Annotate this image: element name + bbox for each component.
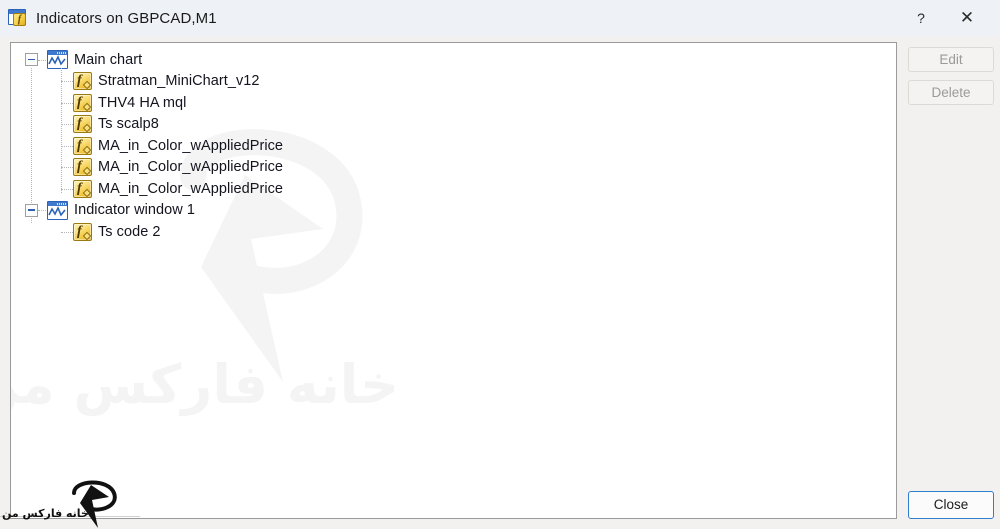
tree-child-guide-horizontal (61, 102, 73, 104)
tree-node-indicator-window-1[interactable]: Indicator window 1 (11, 200, 896, 222)
help-icon[interactable]: ? (898, 0, 944, 36)
tree-child-guide-horizontal (61, 231, 73, 233)
button-column: Edit Delete Close (897, 42, 994, 519)
tree-child-guide-horizontal (61, 188, 73, 190)
edit-button[interactable]: Edit (908, 47, 994, 72)
fx-indicator-icon: f (73, 72, 92, 91)
tree-item-indicator[interactable]: f Stratman_MiniChart_v12 (11, 71, 896, 93)
close-icon[interactable]: ✕ (944, 0, 990, 36)
fx-indicator-icon: f (73, 158, 92, 177)
chart-window-icon (47, 200, 68, 220)
tree-item-indicator[interactable]: f MA_in_Color_wAppliedPrice (11, 157, 896, 179)
fx-indicator-icon: f (73, 222, 92, 241)
tree-item-indicator[interactable]: f MA_in_Color_wAppliedPrice (11, 135, 896, 157)
tree-group-main-chart: Main chart f Stratman_MiniChart_v12 f TH… (11, 49, 896, 223)
tree-item-indicator[interactable]: f Ts scalp8 (11, 114, 896, 136)
tree-child-guide-horizontal (61, 81, 73, 82)
dialog-body: خانه فارکس من Main chart f Stratman_Mini… (0, 36, 1000, 529)
tree-item-label: Ts code 2 (98, 223, 161, 240)
tree-item-label: MA_in_Color_wAppliedPrice (98, 180, 284, 197)
chart-window-icon (47, 50, 68, 70)
indicator-window-icon: f (8, 8, 28, 28)
expander-indicator-window-1[interactable] (25, 203, 38, 217)
tree-scroll-area[interactable]: Main chart f Stratman_MiniChart_v12 f TH… (11, 43, 896, 518)
indicator-tree-panel[interactable]: خانه فارکس من Main chart f Stratman_Mini… (10, 42, 897, 519)
tree-node-label: Indicator window 1 (74, 202, 195, 218)
fx-indicator-icon: f (73, 179, 92, 198)
tree-child-guide-horizontal (61, 124, 73, 125)
tree-item-indicator[interactable]: f MA_in_Color_wAppliedPrice (11, 178, 896, 200)
tree-root: Main chart f Stratman_MiniChart_v12 f TH… (11, 49, 896, 243)
tree-child-guide-vertical (61, 68, 62, 71)
window-title: Indicators on GBPCAD,M1 (36, 9, 217, 27)
tree-item-label: THV4 HA mql (98, 94, 187, 111)
delete-button[interactable]: Delete (908, 80, 994, 105)
tree-item-label: Ts scalp8 (98, 116, 159, 132)
indicators-dialog: f Indicators on GBPCAD,M1 ? ✕ خانه فارکس… (0, 0, 1000, 529)
tree-item-indicator[interactable]: f Ts code 2 (11, 221, 896, 243)
fx-indicator-icon: f (73, 136, 92, 155)
fx-indicator-icon: f (73, 115, 92, 134)
tree-node-label: Main chart (74, 51, 143, 68)
tree-item-indicator[interactable]: f THV4 HA mql (11, 92, 896, 114)
tree-node-main-chart[interactable]: Main chart (11, 49, 896, 71)
expander-main-chart[interactable] (25, 53, 38, 66)
tree-child-guide-horizontal (61, 145, 73, 147)
tree-item-label: MA_in_Color_wAppliedPrice (98, 137, 284, 154)
tree-item-label: Stratman_MiniChart_v12 (98, 73, 260, 89)
tree-group-indicator-window-1: Indicator window 1 f Ts code 2 (11, 68, 896, 243)
fx-indicator-icon: f (73, 93, 92, 112)
close-button[interactable]: Close (908, 491, 994, 519)
tree-child-guide-horizontal (61, 167, 73, 168)
tree-item-label: MA_in_Color_wAppliedPrice (98, 159, 284, 175)
title-bar: f Indicators on GBPCAD,M1 ? ✕ (0, 0, 1000, 36)
